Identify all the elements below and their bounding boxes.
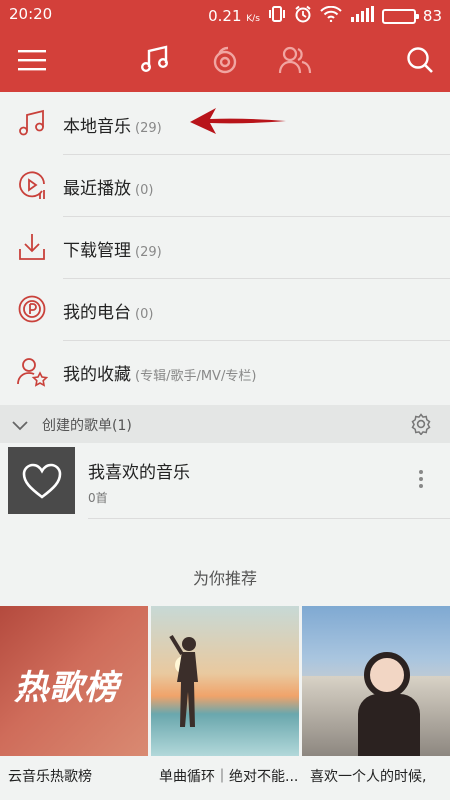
recommend-card[interactable]: 热歌榜 云音乐热歌榜	[0, 606, 148, 800]
search-icon[interactable]	[402, 42, 438, 78]
person-silhouette	[169, 634, 198, 727]
recommend-card[interactable]: 喜欢一个人的时候,	[302, 606, 450, 800]
menu-item-recent-play[interactable]: 最近播放 (0)	[0, 155, 450, 217]
recommend-title: 为你推荐	[192, 569, 257, 588]
menu-item-label: 我的电台	[63, 303, 131, 323]
battery-percent: 83	[422, 7, 442, 25]
menu-item-my-favorites[interactable]: 我的收藏 (专辑/歌手/MV/专栏)	[0, 341, 450, 403]
menu-item-label: 本地音乐	[63, 117, 131, 137]
hot-chart-logo: 热歌榜	[14, 668, 119, 708]
friends-icon[interactable]	[277, 42, 313, 78]
download-icon	[16, 231, 48, 263]
card-caption: 云音乐热歌榜	[8, 769, 92, 785]
created-playlists-header[interactable]: 创建的歌单(1)	[0, 405, 450, 443]
menu-icon[interactable]	[14, 42, 50, 78]
vibrate-icon	[268, 6, 286, 26]
annotation-arrow-icon	[190, 108, 286, 134]
more-options-icon[interactable]	[418, 470, 424, 491]
card-caption: 单曲循环｜绝对不能...	[159, 769, 299, 785]
status-time: 20:20	[9, 5, 53, 23]
signal-icon	[350, 6, 374, 26]
card-image-city-girl	[302, 606, 450, 756]
menu-item-count: (0)	[135, 183, 154, 198]
chevron-down-icon	[12, 417, 28, 436]
menu-item-label: 下载管理	[63, 241, 131, 261]
gear-icon[interactable]	[410, 413, 432, 439]
card-image-hot-chart: 热歌榜	[0, 606, 148, 756]
music-note-icon[interactable]	[137, 42, 173, 78]
recent-play-icon	[16, 169, 48, 201]
playlist-track-count: 0首	[88, 491, 108, 505]
card-image-beach	[151, 606, 299, 756]
divider	[88, 518, 450, 519]
battery-icon: 83	[381, 7, 442, 25]
menu-item-label: 最近播放	[63, 179, 131, 199]
card-caption: 喜欢一个人的时候,	[310, 769, 427, 785]
wifi-icon	[320, 5, 342, 26]
status-bar: 20:20 0.21 K/s 83	[0, 0, 450, 28]
created-playlists-title: 创建的歌单(1)	[42, 418, 132, 434]
menu-item-count: (0)	[135, 307, 154, 322]
playlist-name: 我喜欢的音乐	[88, 463, 190, 483]
top-nav-bar	[0, 28, 450, 92]
menu-item-count: (专辑/歌手/MV/专栏)	[135, 369, 257, 384]
heart-icon	[22, 463, 61, 499]
menu-item-label: 我的收藏	[63, 365, 131, 385]
menu-item-count: (29)	[135, 245, 162, 260]
menu-item-download-manage[interactable]: 下载管理 (29)	[0, 217, 450, 279]
menu-item-my-radio[interactable]: 我的电台 (0)	[0, 279, 450, 341]
playlist-cover	[8, 447, 75, 514]
radio-icon	[16, 293, 48, 325]
network-speed: 0.21 K/s	[208, 7, 260, 25]
recommend-card[interactable]: 单曲循环｜绝对不能...	[151, 606, 299, 800]
netease-radio-icon[interactable]	[207, 42, 243, 78]
music-note-icon	[16, 107, 48, 139]
menu-item-count: (29)	[135, 121, 162, 136]
alarm-icon	[294, 5, 312, 27]
favorite-user-icon	[16, 355, 49, 387]
playlist-item[interactable]: 我喜欢的音乐 0首	[0, 443, 450, 519]
